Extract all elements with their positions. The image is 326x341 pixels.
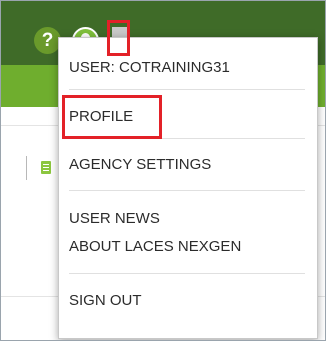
menu-item-label: USER NEWS (69, 210, 160, 227)
app-window: ? USER: COTRAINING31 PROFILE AGENCY SETT… (0, 0, 326, 341)
help-icon[interactable]: ? (34, 27, 61, 54)
user-label-text: USER: COTRAINING31 (69, 59, 230, 76)
menu-item-label: ABOUT LACES NEXGEN (69, 238, 242, 255)
menu-divider (69, 190, 305, 191)
document-icon[interactable] (41, 161, 51, 174)
user-dropdown-menu: USER: COTRAINING31 PROFILE AGENCY SETTIN… (58, 37, 318, 339)
menu-item-label: SIGN OUT (69, 292, 142, 309)
menu-item-label: PROFILE (69, 108, 134, 125)
menu-item-label: AGENCY SETTINGS (69, 156, 212, 173)
menu-divider (69, 273, 305, 274)
toolbar-separator (26, 156, 27, 180)
user-label: USER: COTRAINING31 (59, 53, 317, 83)
menu-divider (69, 138, 305, 139)
menu-item-about[interactable]: ABOUT LACES NEXGEN (59, 232, 317, 262)
menu-item-agency-settings[interactable]: AGENCY SETTINGS (59, 150, 317, 180)
menu-item-profile[interactable]: PROFILE (59, 102, 317, 132)
menu-item-sign-out[interactable]: SIGN OUT (59, 286, 317, 316)
menu-item-user-news[interactable]: USER NEWS (59, 204, 317, 234)
menu-divider (69, 89, 305, 90)
